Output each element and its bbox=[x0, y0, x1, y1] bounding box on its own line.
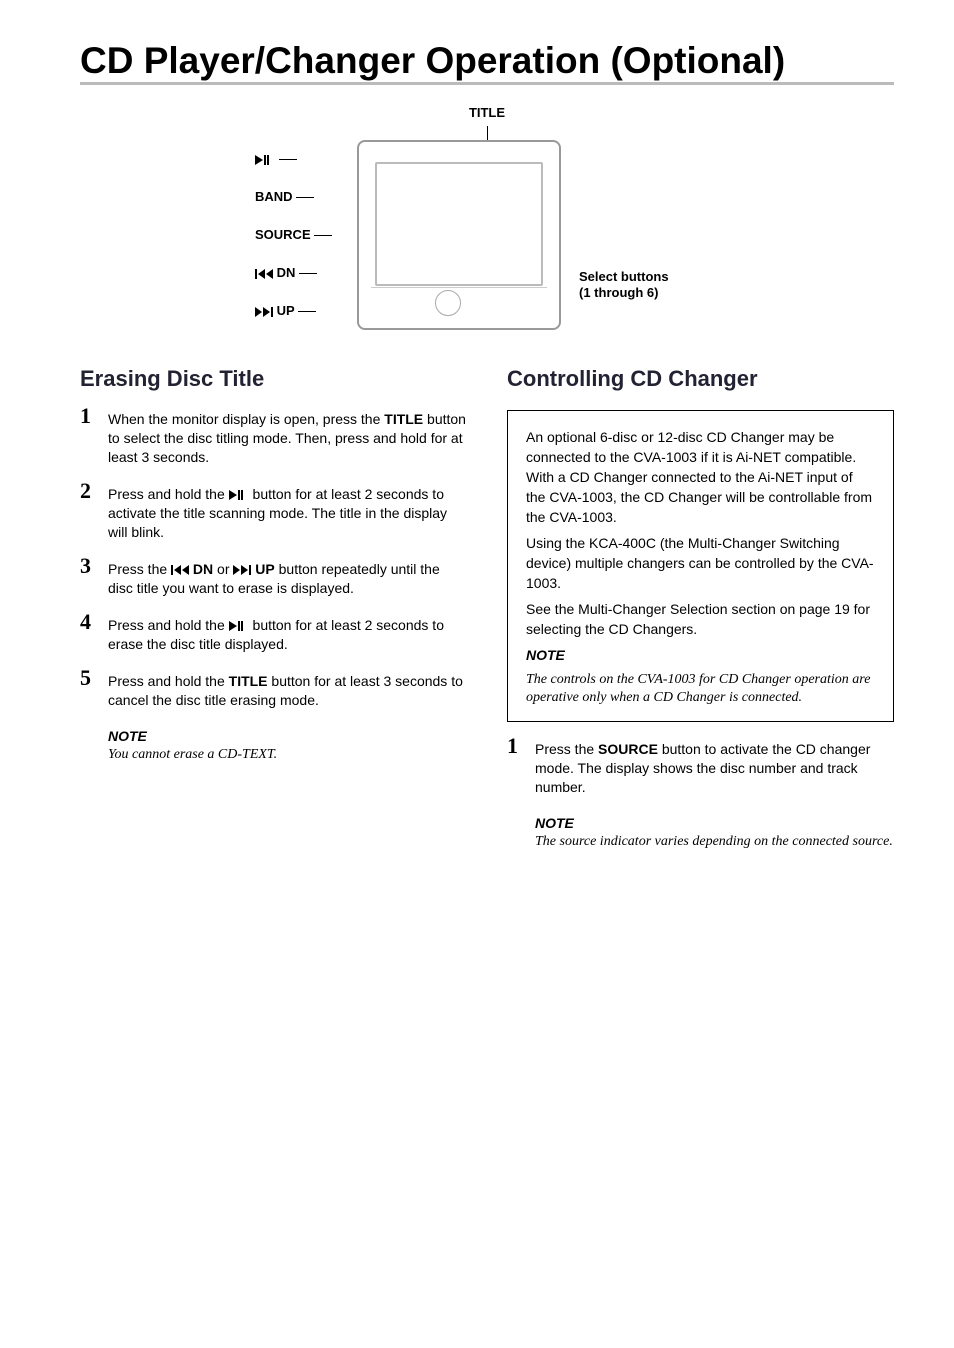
page-title-container: CD Player/Changer Operation (Optional) bbox=[80, 40, 894, 85]
skip-back-icon bbox=[255, 269, 273, 279]
heading-erasing-disc-title: Erasing Disc Title bbox=[80, 366, 467, 392]
right-column: Controlling CD Changer An optional 6-dis… bbox=[507, 366, 894, 861]
diagram-label-title: TITLE bbox=[469, 105, 505, 120]
diagram-label-play-pause bbox=[255, 151, 339, 167]
note-text: You cannot erase a CD-TEXT. bbox=[108, 746, 467, 764]
page-title: CD Player/Changer Operation (Optional) bbox=[80, 40, 894, 82]
note-text: The controls on the CVA-1003 for CD Chan… bbox=[526, 671, 875, 707]
info-box: An optional 6-disc or 12-disc CD Changer… bbox=[507, 410, 894, 722]
note-label: NOTE bbox=[535, 815, 894, 831]
info-paragraph-2: Using the KCA-400C (the Multi-Changer Sw… bbox=[526, 533, 875, 593]
note-label: NOTE bbox=[108, 728, 467, 744]
step-5: Press and hold the TITLE button for at l… bbox=[80, 672, 467, 710]
note-label: NOTE bbox=[526, 645, 875, 665]
step-4: Press and hold the button for at least 2… bbox=[80, 616, 467, 654]
play-pause-icon bbox=[229, 490, 249, 500]
device-diagram: TITLE BAND SOURCE DN UP bbox=[80, 105, 894, 330]
step-1: Press the SOURCE button to activate the … bbox=[507, 740, 894, 797]
skip-back-icon bbox=[171, 565, 189, 575]
info-paragraph-1: An optional 6-disc or 12-disc CD Changer… bbox=[526, 427, 875, 527]
note-text: The source indicator varies depending on… bbox=[535, 833, 894, 851]
diagram-label-select-buttons: Select buttons (1 through 6) bbox=[579, 269, 719, 301]
play-pause-icon bbox=[255, 155, 275, 165]
skip-forward-icon bbox=[233, 565, 251, 575]
step-2: Press and hold the button for at least 2… bbox=[80, 485, 467, 542]
diagram-label-dn: DN bbox=[255, 265, 339, 281]
step-1: When the monitor display is open, press … bbox=[80, 410, 467, 467]
diagram-label-up: UP bbox=[255, 303, 339, 319]
info-paragraph-3: See the Multi-Changer Selection section … bbox=[526, 599, 875, 639]
heading-controlling-cd-changer: Controlling CD Changer bbox=[507, 366, 894, 392]
lead-line bbox=[487, 126, 488, 140]
left-column: Erasing Disc Title When the monitor disp… bbox=[80, 366, 467, 861]
step-3: Press the DN or UP button repeatedly unt… bbox=[80, 560, 467, 598]
diagram-label-source: SOURCE bbox=[255, 227, 339, 243]
play-pause-icon bbox=[229, 621, 249, 631]
device-illustration bbox=[357, 140, 561, 330]
diagram-label-band: BAND bbox=[255, 189, 339, 205]
skip-forward-icon bbox=[255, 307, 273, 317]
